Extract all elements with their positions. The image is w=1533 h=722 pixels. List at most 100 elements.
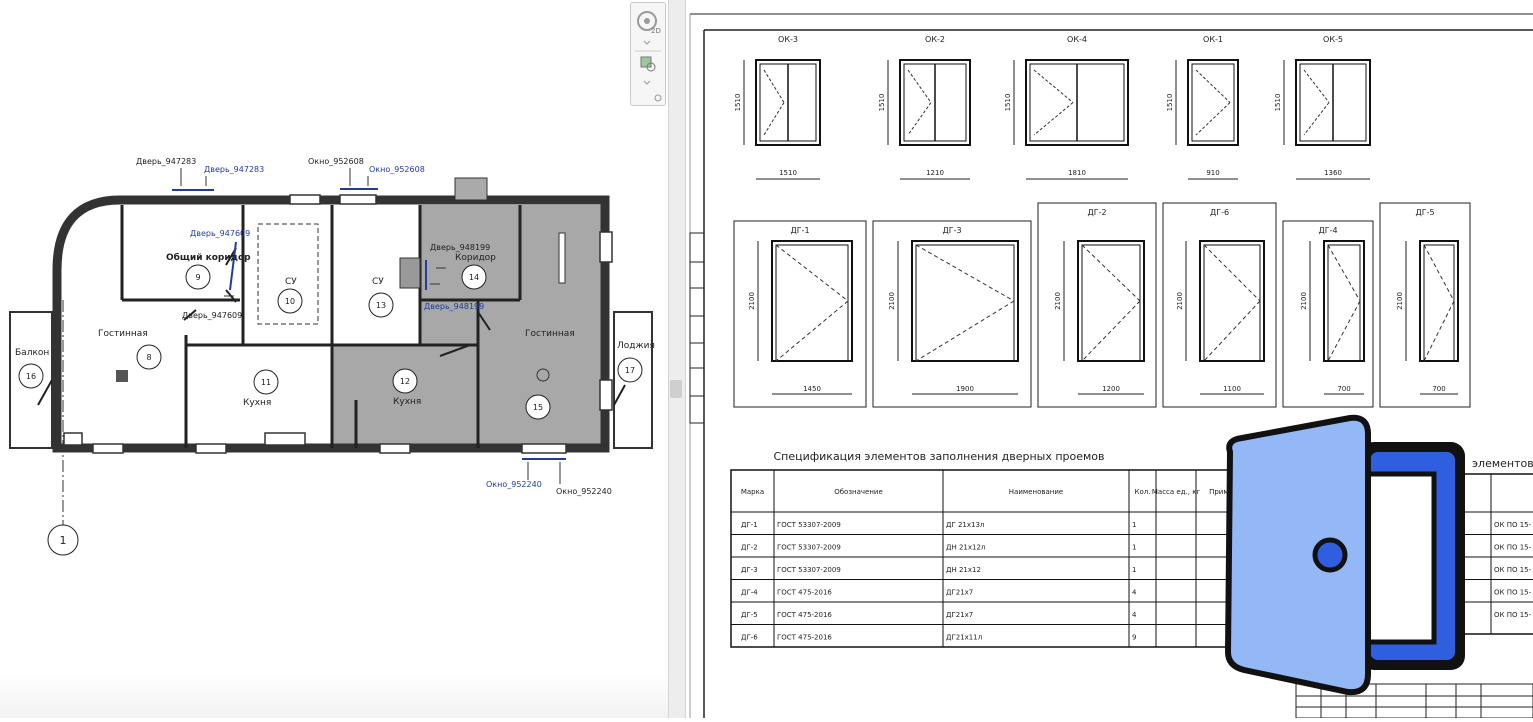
radiator [558,232,566,284]
door-5-mark: ДГ-5 [1415,208,1434,217]
room-label-kitchen-12: Кухня [393,397,421,407]
room-label-su-13: СУ [372,277,384,287]
door-5-box [1379,202,1471,408]
chimney [454,177,488,201]
tag-door-4[interactable]: Дверь_948199 [430,243,490,252]
room-label-kitchen-11: Кухня [243,398,271,408]
window-4-height: 1510 [1274,94,1282,112]
chevron-down-icon-2[interactable] [643,80,651,85]
room-number-8: 8 [146,353,151,362]
door-2-mark: ДГ-2 [1087,208,1106,217]
door-1-box [872,220,1032,408]
spec-header-3: Кол. [1135,488,1151,496]
door-4-height: 2100 [1300,292,1308,310]
door-opening-icon [1365,471,1437,645]
navigation-bar-icons: 2D [635,11,662,102]
tag-door-1-blue[interactable]: Дверь_947283 [204,165,264,174]
room-label-corridor: Общий коридор [166,252,251,263]
window-1-width: 1210 [926,169,944,177]
spec2-cell-0-1: ОК ПО 15- [1494,521,1532,529]
window-2-height: 1510 [1004,94,1012,112]
room-number-14: 14 [469,273,479,282]
room-label-living-15: Гостинная [525,329,575,339]
spec-header-4: Масса ед., кг [1152,488,1201,496]
window-2-width: 1810 [1068,169,1086,177]
door-0-height: 2100 [748,292,756,310]
spec-cell-0-1: ГОСТ 53307-2009 [777,521,841,529]
tag-door-2[interactable]: Дверь_947609 [190,229,250,238]
tag-window-2[interactable]: Окно_952240 [556,487,612,496]
zoom-region-icon[interactable] [640,56,652,68]
tag-window-1[interactable]: Окно_952608 [308,157,364,166]
tag-door-4-blue[interactable]: Дверь_948199 [424,302,484,311]
room-number-15: 15 [533,403,543,412]
window-elevations: ОК-3 1510 1510 ОК-2 1210 1510 ОК-4 1810 1510 ОК-1… [734,35,1371,180]
door-4-mark: ДГ-4 [1318,226,1337,235]
floor-plan-canvas[interactable]: Дверь_947283 Дверь_947283 Окно_952608 Ок… [0,0,668,718]
spec-cell-3-2: ДГ21х7 [946,589,973,597]
window-3-frame [1187,59,1239,146]
view-splitter[interactable] [668,0,686,718]
door-5-width: 700 [1432,385,1445,393]
spec-cell-2-2: ДН 21х12 [946,566,981,574]
stairs [399,257,421,289]
spec-cell-5-3: 9 [1132,634,1136,642]
spec2-cell-3-1: ОК ПО 15- [1494,589,1532,597]
tag-window-2-blue[interactable]: Окно_952240 [486,480,542,489]
floor-plan-view[interactable]: Дверь_947283 Дверь_947283 Окно_952608 Ок… [0,0,668,718]
window-1-height: 1510 [878,94,886,112]
spec-cell-4-0: ДГ-5 [741,611,758,619]
navigation-bar[interactable]: 2D [630,2,666,106]
room-number-11: 11 [261,378,271,387]
door-1-width: 1900 [956,385,974,393]
room-number-9: 9 [195,273,200,282]
room-label-su-10: СУ [285,277,297,287]
spec-title: Спецификация элементов заполнения дверны… [773,450,1104,463]
room-label-balcony: Балкон [15,348,49,358]
nav-options-icon[interactable] [654,94,662,102]
spec-title-2: элементов [1472,457,1533,470]
window-0-height: 1510 [734,94,742,112]
door-elevations: ДГ-1 1450 2100 ДГ-3 1900 2100 ДГ-2 1200 2100 ДГ-6… [733,202,1471,408]
spec-cell-0-2: ДГ 21х13л [946,521,984,529]
spec-header-0: Марка [741,488,764,496]
room-label-corridor-14: Коридор [455,253,496,263]
steering-wheel-hub-icon [644,18,650,24]
room-number-17: 17 [625,366,635,375]
window-3-mark: ОК-1 [1203,35,1223,44]
tag-door-1[interactable]: Дверь_947283 [136,157,196,166]
spec-cell-2-1: ГОСТ 53307-2009 [777,566,841,574]
label-2d: 2D [651,27,661,35]
spec-cell-4-3: 4 [1132,611,1137,619]
window-2-mark: ОК-4 [1067,35,1087,44]
spec-cell-5-0: ДГ-6 [741,634,758,642]
door-0-width: 1450 [803,385,821,393]
splitter-handle[interactable] [670,380,682,398]
door-4-width: 700 [1337,385,1350,393]
door-3-mark: ДГ-6 [1210,208,1229,217]
tag-door-3[interactable]: Дверь_947609 [182,311,242,320]
room-number-16: 16 [26,372,36,381]
room-number-12: 12 [400,377,410,386]
spec-cell-1-2: ДН 21х12л [946,544,985,552]
window-0-mark: ОК-3 [778,35,798,44]
window-4-mark: ОК-5 [1323,35,1343,44]
tag-window-1-blue[interactable]: Окно_952608 [369,165,425,174]
spec-cell-3-0: ДГ-4 [741,589,758,597]
grid-marker-label: 1 [60,534,67,547]
room-label-living-8: Гостинная [98,329,148,339]
chevron-down-icon[interactable] [643,40,651,45]
spec-cell-1-0: ДГ-2 [741,544,758,552]
room-label-loggia: Лоджия [617,341,655,351]
window-1-mark: ОК-2 [925,35,945,44]
door-1-height: 2100 [888,292,896,310]
spec-cell-2-0: ДГ-3 [741,566,758,574]
door-0-mark: ДГ-1 [790,226,809,235]
spec-cell-5-1: ГОСТ 475-2016 [777,634,832,642]
window-0-width: 1510 [779,169,797,177]
window-3-width: 910 [1206,169,1219,177]
spec-cell-0-0: ДГ-1 [741,521,758,529]
spec-table-border [730,469,1247,648]
window-4-width: 1360 [1324,169,1342,177]
column [116,370,128,382]
